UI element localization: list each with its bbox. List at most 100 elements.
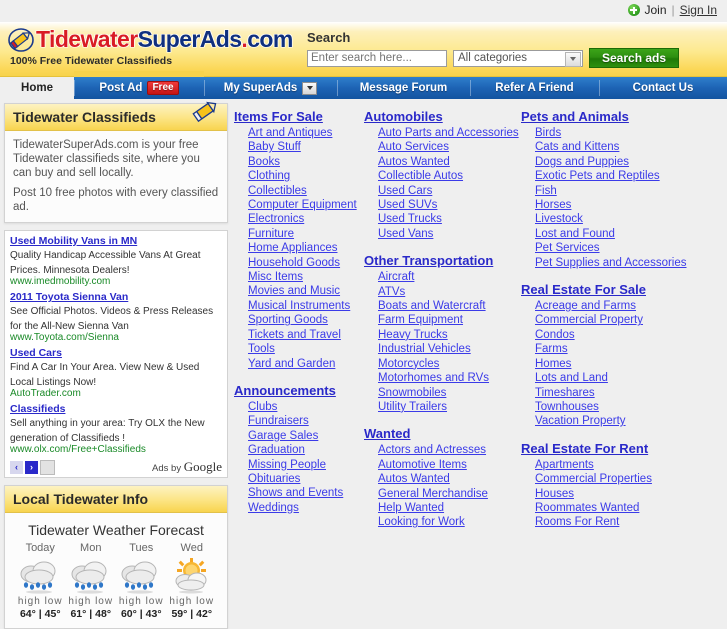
category-link[interactable]: Fundraisers — [248, 414, 352, 428]
category-link[interactable]: Horses — [535, 198, 721, 212]
ad-title[interactable]: Classifieds — [10, 403, 222, 415]
category-link[interactable]: Cats and Kittens — [535, 140, 721, 154]
category-link[interactable]: Used Trucks — [378, 212, 509, 226]
nav-my-superads[interactable]: My SuperAds — [204, 77, 337, 99]
category-link[interactable]: Automotive Items — [378, 458, 509, 472]
category-link[interactable]: Collectibles — [248, 184, 352, 198]
ad-item[interactable]: Used Mobility Vans in MN Quality Handica… — [10, 235, 222, 288]
category-link[interactable]: Pet Supplies and Accessories — [535, 256, 721, 270]
category-link[interactable]: Fish — [535, 184, 721, 198]
category-link[interactable]: Boats and Watercraft — [378, 299, 509, 313]
category-link[interactable]: General Merchandise — [378, 487, 509, 501]
ad-item[interactable]: 2011 Toyota Sienna Van See Official Phot… — [10, 291, 222, 344]
category-link[interactable]: Looking for Work — [378, 515, 509, 529]
category-link[interactable]: ATVs — [378, 285, 509, 299]
search-input[interactable] — [307, 49, 447, 67]
category-link[interactable]: Auto Parts and Accessories — [378, 126, 519, 140]
ad-title[interactable]: 2011 Toyota Sienna Van — [10, 291, 222, 303]
site-logo[interactable]: TidewaterSuperAds.com 100% Free Tidewate… — [8, 26, 293, 67]
nav-post-ad[interactable]: Post Ad Free — [74, 77, 204, 99]
category-link[interactable]: Musical Instruments — [248, 299, 352, 313]
category-link[interactable]: Utility Trailers — [378, 400, 509, 414]
category-link[interactable]: Acreage and Farms — [535, 299, 721, 313]
category-group-heading[interactable]: Announcements — [234, 383, 352, 398]
category-link[interactable]: Books — [248, 155, 352, 169]
category-group-heading[interactable]: Other Transportation — [364, 253, 509, 268]
category-link[interactable]: Birds — [535, 126, 721, 140]
category-link[interactable]: Industrial Vehicles — [378, 342, 509, 356]
nav-contact-us[interactable]: Contact Us — [599, 77, 727, 99]
category-link[interactable]: Dogs and Puppies — [535, 155, 721, 169]
category-link[interactable]: Shows and Events — [248, 486, 352, 500]
category-link[interactable]: Lots and Land — [535, 371, 721, 385]
category-link[interactable]: Lost and Found — [535, 227, 721, 241]
category-link[interactable]: Home Appliances — [248, 241, 352, 255]
nav-home[interactable]: Home — [0, 77, 74, 99]
category-link[interactable]: Roommates Wanted — [535, 501, 721, 515]
category-link[interactable]: Missing People — [248, 458, 352, 472]
category-link[interactable]: Baby Stuff — [248, 140, 352, 154]
category-link[interactable]: Auto Services — [378, 140, 509, 154]
chevron-right-icon[interactable]: › — [25, 460, 38, 474]
category-link[interactable]: Clothing — [248, 169, 352, 183]
chevron-left-icon[interactable]: ‹ — [10, 460, 23, 474]
category-link[interactable]: Furniture — [248, 227, 352, 241]
category-link[interactable]: Houses — [535, 487, 721, 501]
category-link[interactable]: Clubs — [248, 400, 352, 414]
category-link[interactable]: Art and Antiques — [248, 126, 352, 140]
category-link[interactable]: Vacation Property — [535, 414, 721, 428]
category-link[interactable]: Snowmobiles — [378, 386, 509, 400]
nav-refer-a-friend[interactable]: Refer A Friend — [470, 77, 599, 99]
category-link[interactable]: Actors and Actresses — [378, 443, 509, 457]
category-link[interactable]: Townhouses — [535, 400, 721, 414]
category-link[interactable]: Livestock — [535, 212, 721, 226]
category-link[interactable]: Help Wanted — [378, 501, 509, 515]
category-link[interactable]: Apartments — [535, 458, 721, 472]
category-link[interactable]: Tickets and Travel — [248, 328, 352, 342]
chevron-down-icon[interactable] — [302, 81, 318, 95]
category-link[interactable]: Movies and Music — [248, 284, 352, 298]
category-link[interactable]: Heavy Trucks — [378, 328, 509, 342]
category-link[interactable]: Weddings — [248, 501, 352, 515]
sign-in-link[interactable]: Sign In — [680, 3, 717, 17]
category-link[interactable]: Collectible Autos — [378, 169, 509, 183]
category-link[interactable]: Motorcycles — [378, 357, 509, 371]
ad-title[interactable]: Used Cars — [10, 347, 222, 359]
category-link[interactable]: Household Goods — [248, 256, 352, 270]
category-link[interactable]: Autos Wanted — [378, 155, 509, 169]
category-link[interactable]: Tools — [248, 342, 352, 356]
category-link[interactable]: Electronics — [248, 212, 352, 226]
ad-item[interactable]: Classifieds Sell anything in your area: … — [10, 403, 222, 456]
search-ads-button[interactable]: Search ads — [589, 48, 680, 68]
category-link[interactable]: Rooms For Rent — [535, 515, 721, 529]
category-link[interactable]: Homes — [535, 357, 721, 371]
category-group-heading[interactable]: Wanted — [364, 426, 509, 441]
category-group-heading[interactable]: Items For Sale — [234, 109, 352, 124]
category-link[interactable]: Used Vans — [378, 227, 509, 241]
category-link[interactable]: Misc Items — [248, 270, 352, 284]
category-group-heading[interactable]: Automobiles — [364, 109, 509, 124]
category-link[interactable]: Graduation — [248, 443, 352, 457]
category-link[interactable]: Garage Sales — [248, 429, 352, 443]
category-link[interactable]: Autos Wanted — [378, 472, 509, 486]
category-group-heading[interactable]: Real Estate For Sale — [521, 282, 721, 297]
join-link[interactable]: Join — [645, 3, 667, 17]
ads-feedback-icon[interactable] — [40, 459, 55, 475]
category-link[interactable]: Farms — [535, 342, 721, 356]
ad-title[interactable]: Used Mobility Vans in MN — [10, 235, 222, 247]
category-link[interactable]: Commercial Properties — [535, 472, 721, 486]
ad-item[interactable]: Used Cars Find A Car In Your Area. View … — [10, 347, 222, 400]
category-link[interactable]: Used Cars — [378, 184, 509, 198]
category-link[interactable]: Pet Services — [535, 241, 721, 255]
category-link[interactable]: Sporting Goods — [248, 313, 352, 327]
category-select[interactable]: All categories — [453, 49, 583, 67]
category-link[interactable]: Condos — [535, 328, 721, 342]
category-link[interactable]: Obituaries — [248, 472, 352, 486]
category-link[interactable]: Farm Equipment — [378, 313, 509, 327]
category-link[interactable]: Aircraft — [378, 270, 509, 284]
category-link[interactable]: Commercial Property — [535, 313, 721, 327]
chevron-down-icon[interactable] — [565, 51, 581, 67]
category-link[interactable]: Motorhomes and RVs — [378, 371, 509, 385]
nav-message-forum[interactable]: Message Forum — [337, 77, 470, 99]
category-link[interactable]: Exotic Pets and Reptiles — [535, 169, 721, 183]
